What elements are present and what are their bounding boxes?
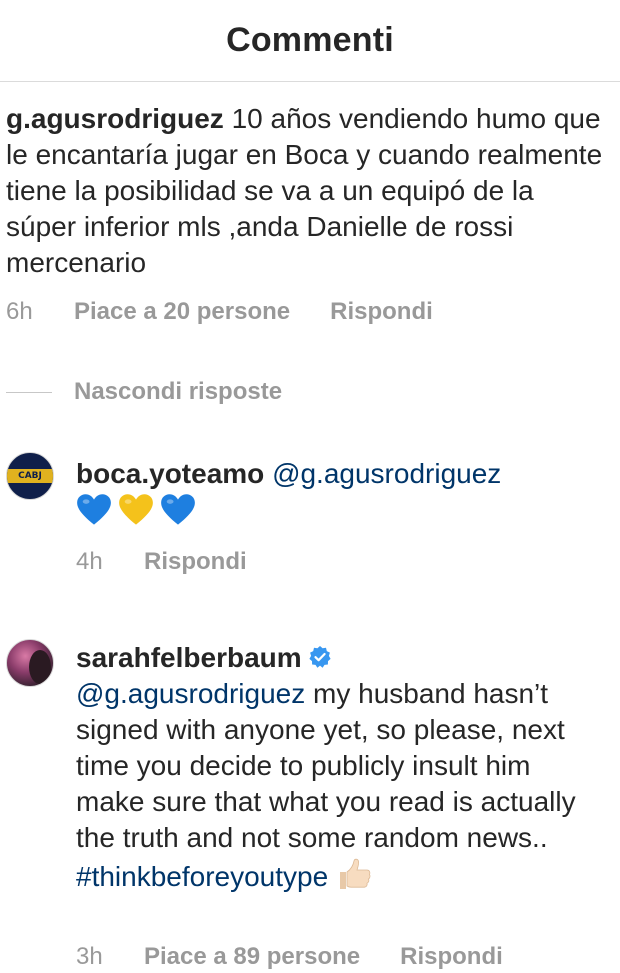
emoji-row [76, 492, 196, 528]
avatar-logo-text: CABJ [18, 471, 42, 481]
comments-header: Commenti [0, 0, 620, 82]
avatar[interactable] [6, 639, 54, 687]
reply-mention-link[interactable]: @g.agusrodriguez [76, 678, 305, 709]
reply-meta: 3h Piace a 89 persone Rispondi [76, 941, 503, 973]
comment-meta: 6h Piace a 20 persone Rispondi [6, 296, 433, 328]
blue-heart-icon [161, 494, 195, 525]
verified-badge-icon [309, 646, 331, 668]
comment-time: 6h [6, 298, 33, 325]
hide-replies-button[interactable]: Nascondi risposte [6, 376, 282, 408]
reply-time: 4h [76, 548, 103, 575]
reply-username[interactable]: boca.yoteamo [76, 458, 264, 489]
reply-meta: 4h Rispondi [76, 546, 247, 578]
reply-username[interactable]: sarahfelberbaum [76, 642, 302, 673]
thumbs-up-icon [340, 858, 371, 889]
reply-time: 3h [76, 943, 103, 970]
avatar-photo-detail [29, 650, 51, 684]
yellow-heart-icon [119, 494, 153, 525]
avatar[interactable]: CABJ [6, 452, 54, 500]
reply-button[interactable]: Rispondi [400, 943, 503, 971]
reply-mention-link[interactable]: @g.agusrodriguez [272, 458, 501, 489]
comment-likes-link[interactable]: Piace a 20 persone [74, 298, 290, 326]
comment-main: g.agusrodriguez 10 años vendiendo humo q… [6, 101, 606, 281]
reply-comment: boca.yoteamo @g.agusrodriguez [76, 456, 606, 492]
reply-button[interactable]: Rispondi [330, 298, 433, 326]
hide-replies-label: Nascondi risposte [74, 378, 283, 405]
reply-comment: sarahfelberbaum @g.agusrodriguez my husb… [76, 640, 606, 895]
replies-divider-line [6, 391, 52, 393]
hashtag-link[interactable]: #thinkbeforeyoutype [76, 861, 328, 892]
reply-button[interactable]: Rispondi [144, 548, 247, 576]
reply-likes-link[interactable]: Piace a 89 persone [144, 943, 360, 971]
page-title: Commenti [226, 21, 394, 59]
blue-heart-icon [77, 494, 111, 525]
comment-username[interactable]: g.agusrodriguez [6, 103, 224, 134]
